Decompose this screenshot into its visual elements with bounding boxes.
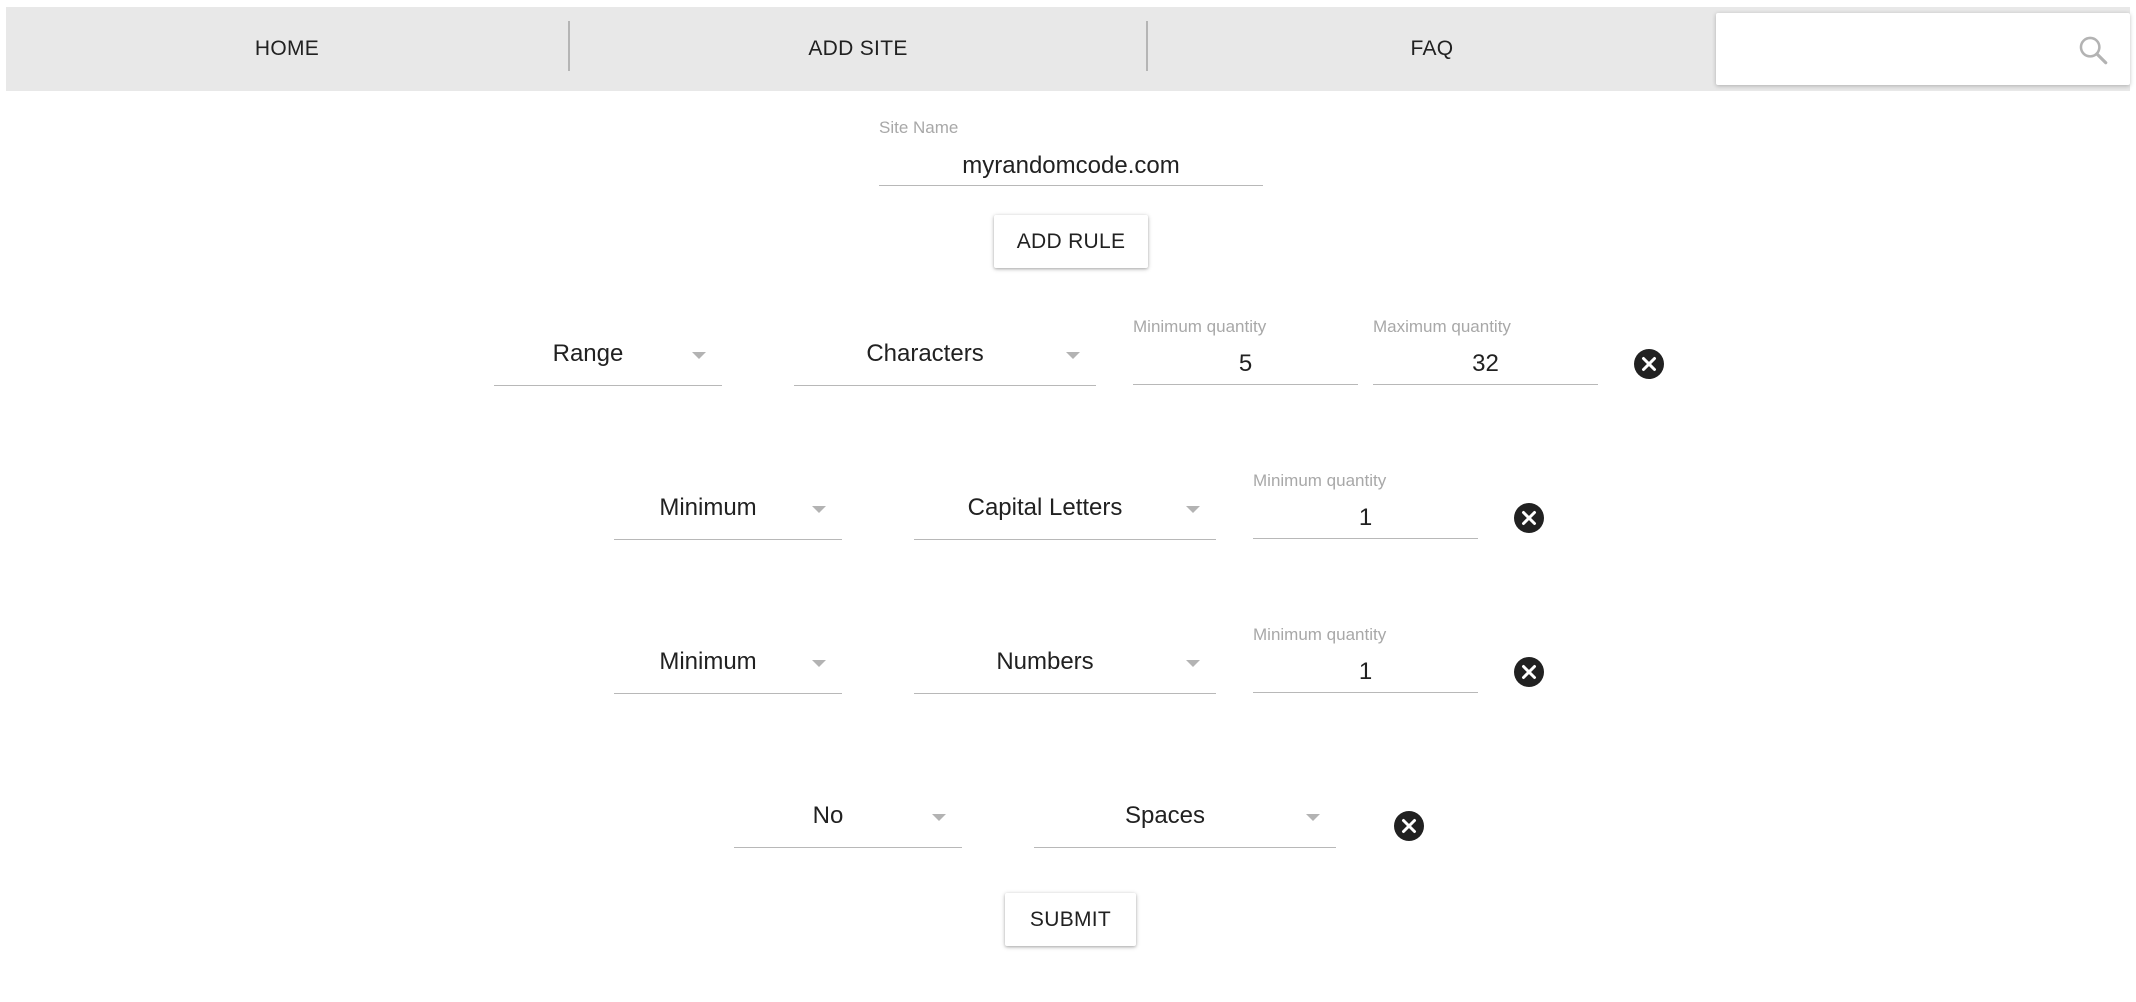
max-quantity-value: 32 [1472,350,1499,377]
search-icon[interactable] [2076,33,2110,67]
remove-rule-close-icon[interactable] [1394,811,1424,841]
caret-down-icon [1186,660,1200,667]
caret-down-icon [1186,506,1200,513]
min-quantity-field[interactable]: 1 [1253,494,1478,539]
navbar: HOME ADD SITE FAQ [6,7,2130,91]
add-rule-button[interactable]: ADD RULE [994,215,1148,268]
rule-target-value: Characters [866,340,984,367]
max-quantity-label: Maximum quantity [1373,317,1511,336]
site-name-field[interactable]: myrandomcode.com [879,140,1263,186]
rule-target-value: Capital Letters [967,494,1123,521]
min-quantity-value: 1 [1358,504,1373,531]
nav-faq[interactable]: FAQ [1148,7,1716,91]
submit-button[interactable]: SUBMIT [1005,893,1136,946]
caret-down-icon [1066,352,1080,359]
site-name-label: Site Name [879,118,959,137]
max-quantity-field[interactable]: 32 [1373,340,1598,385]
remove-rule-close-icon[interactable] [1634,349,1664,379]
rule-target-select[interactable]: Characters [794,336,1096,386]
remove-rule-close-icon[interactable] [1514,503,1544,533]
min-quantity-label: Minimum quantity [1133,317,1267,336]
rule-type-select[interactable]: No [734,798,962,848]
caret-down-icon [692,352,706,359]
rule-type-value: Range [552,340,624,367]
min-quantity-label: Minimum quantity [1253,625,1387,644]
caret-down-icon [812,660,826,667]
min-quantity-value: 5 [1238,350,1253,377]
search-input[interactable] [1730,27,2064,73]
remove-rule-close-icon[interactable] [1514,657,1544,687]
min-quantity-field[interactable]: 5 [1133,340,1358,385]
rule-type-value: No [812,802,844,829]
rule-target-select[interactable]: Capital Letters [914,490,1216,540]
nav-add-site[interactable]: ADD SITE [570,7,1146,91]
rule-type-select[interactable]: Range [494,336,722,386]
caret-down-icon [932,814,946,821]
search-box [1716,13,2130,85]
min-quantity-field[interactable]: 1 [1253,648,1478,693]
caret-down-icon [1306,814,1320,821]
site-name-value: myrandomcode.com [962,152,1180,179]
rule-type-select[interactable]: Minimum [614,490,842,540]
rule-target-value: Numbers [996,648,1094,675]
rule-target-select[interactable]: Numbers [914,644,1216,694]
min-quantity-label: Minimum quantity [1253,471,1387,490]
rule-type-value: Minimum [659,494,757,521]
min-quantity-value: 1 [1358,658,1373,685]
rule-target-value: Spaces [1124,802,1206,829]
rule-type-value: Minimum [659,648,757,675]
rule-type-select[interactable]: Minimum [614,644,842,694]
rule-target-select[interactable]: Spaces [1034,798,1336,848]
nav-home[interactable]: HOME [6,7,568,91]
caret-down-icon [812,506,826,513]
